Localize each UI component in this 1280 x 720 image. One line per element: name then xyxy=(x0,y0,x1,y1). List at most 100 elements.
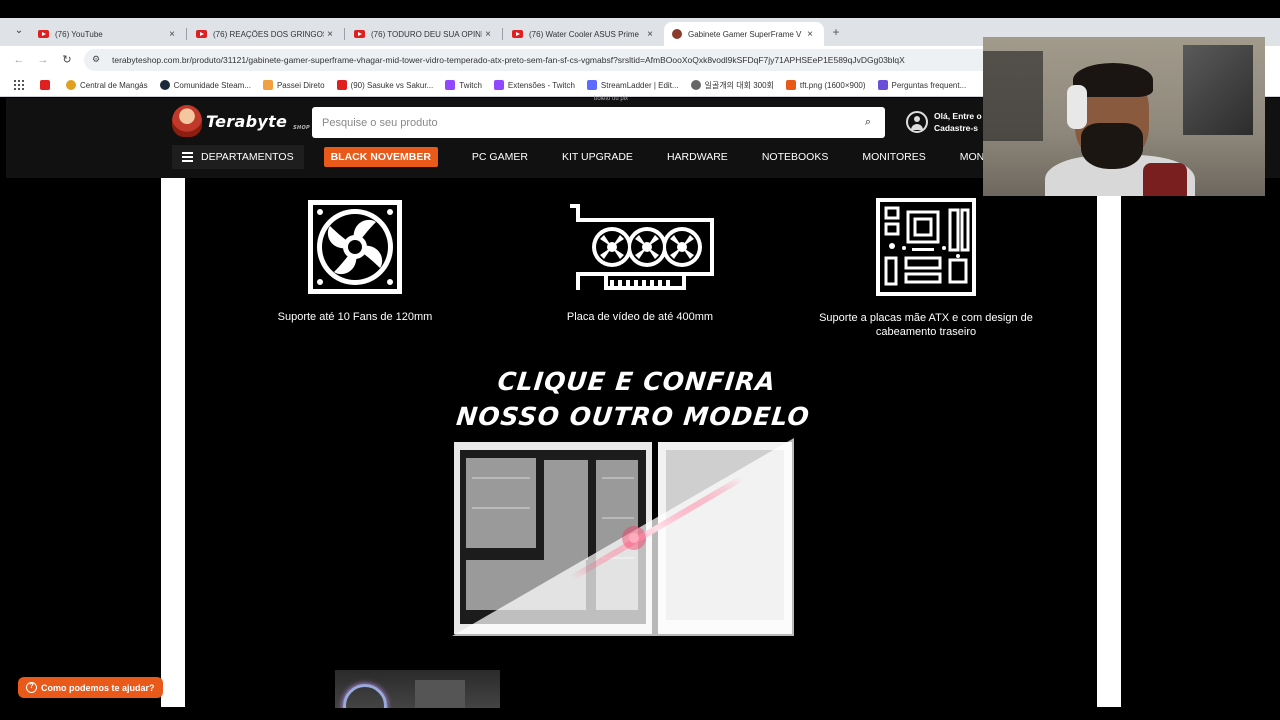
account-text: Olá, Entre o Cadastre-s xyxy=(934,110,982,134)
close-icon[interactable]: × xyxy=(482,29,494,40)
webcam-shelf xyxy=(983,51,1043,141)
url-text: terabyteshop.com.br/produto/31121/gabine… xyxy=(112,55,905,65)
bookmark-label: StreamLadder | Edit... xyxy=(600,80,679,90)
tab-gabinete[interactable]: Gabinete Gamer SuperFrame V × xyxy=(664,22,824,46)
bookmark-youtube[interactable] xyxy=(40,80,54,90)
bookmark-label: Extensões - Twitch xyxy=(507,80,575,90)
bookmark-label: Twitch xyxy=(459,80,482,90)
account-greeting: Olá, Entre o xyxy=(934,111,982,121)
tab-title: (76) Water Cooler ASUS Prime xyxy=(529,29,639,39)
nav-notebooks[interactable]: NOTEBOOKS xyxy=(762,151,829,163)
reload-icon[interactable]: ↻ xyxy=(60,53,74,67)
bookmark-twitch-extensions[interactable]: Extensões - Twitch xyxy=(493,80,575,90)
main-nav: DEPARTAMENTOS BLACK NOVEMBER PC GAMER KI… xyxy=(172,145,1022,169)
departments-label: DEPARTAMENTOS xyxy=(201,151,294,163)
bookmark-label: tft.png (1600×900) xyxy=(799,80,866,90)
bookmark-passei-direto[interactable]: Passei Direto xyxy=(262,80,325,90)
logo-wordmark: Terabyte SHOP xyxy=(206,112,310,131)
bookmark-favicon-icon xyxy=(66,80,76,90)
tab-water-cooler[interactable]: (76) Water Cooler ASUS Prime × xyxy=(504,22,664,46)
bookmark-perguntas[interactable]: Perguntas frequent... xyxy=(877,80,967,90)
youtube-icon xyxy=(196,30,207,38)
promo-headline[interactable]: CLIQUE E CONFIRA NOSSO OUTRO MODELO xyxy=(436,364,833,434)
logo-text: Terabyte xyxy=(206,111,288,131)
bookmark-central-mangas[interactable]: Central de Mangás xyxy=(66,80,148,90)
tab-title: (76) YouTube xyxy=(55,29,103,39)
webcam-overlay xyxy=(983,37,1265,196)
terabyte-favicon-icon xyxy=(672,29,682,39)
bookmark-sasuke[interactable]: (90) Sasuke vs Sakur... xyxy=(336,80,434,90)
twitch-icon xyxy=(493,80,504,90)
bookmark-streamladder[interactable]: StreamLadder | Edit... xyxy=(586,80,679,90)
close-icon[interactable]: × xyxy=(644,29,656,40)
nav-pc-gamer[interactable]: PC GAMER xyxy=(472,151,528,163)
nav-hardware[interactable]: HARDWARE xyxy=(667,151,728,163)
case-image xyxy=(415,680,465,708)
bookmark-favicon-icon xyxy=(262,80,273,90)
user-icon xyxy=(906,111,928,133)
close-icon[interactable]: × xyxy=(166,29,178,40)
search-bar: ⌕ xyxy=(312,107,885,138)
twitch-icon xyxy=(445,80,456,90)
help-chat-button[interactable]: ? Como podemos te ajudar? xyxy=(18,677,163,698)
tab-title: Gabinete Gamer SuperFrame V xyxy=(688,29,802,39)
nav-black-november[interactable]: BLACK NOVEMBER xyxy=(323,147,438,167)
hamburger-icon xyxy=(182,150,193,164)
motherboard-icon xyxy=(876,198,976,296)
youtube-icon xyxy=(38,30,49,38)
tab-toduro[interactable]: (76) TODURO DEU SUA OPINIÃ × xyxy=(346,22,503,46)
account-menu[interactable]: Olá, Entre o Cadastre-s xyxy=(906,110,982,134)
bookmark-favicon-icon xyxy=(877,80,888,90)
mascot-logo-icon xyxy=(172,105,202,137)
headline-line: NOSSO OUTRO MODELO xyxy=(454,402,812,431)
caption-line: cabeamento traseiro xyxy=(875,326,977,338)
feature-caption-fans: Suporte até 10 Fans de 120mm xyxy=(277,311,433,323)
rgb-fan-image xyxy=(343,684,387,708)
site-info-icon[interactable]: ⚙ xyxy=(92,54,104,66)
bookmark-label: Central de Mangás xyxy=(80,80,148,90)
close-icon[interactable]: × xyxy=(804,29,816,40)
search-input[interactable] xyxy=(322,116,861,129)
webcam-person-beard xyxy=(1081,123,1143,169)
nav-monitores[interactable]: MONITORES xyxy=(862,151,925,163)
bookmark-twitch[interactable]: Twitch xyxy=(445,80,482,90)
steam-icon xyxy=(159,80,170,90)
caption-line: Suporte a placas mãe ATX e com design de xyxy=(819,312,1033,324)
case-promo-image[interactable] xyxy=(452,438,794,636)
feature-caption-gpu: Placa de vídeo de até 400mm xyxy=(566,311,714,323)
microphone-icon xyxy=(1143,163,1187,196)
content-border-left xyxy=(161,178,185,707)
terabyte-logo[interactable]: Terabyte SHOP xyxy=(172,104,310,138)
bookmark-korean[interactable]: 일골개의 대회 300회 xyxy=(690,80,774,91)
bookmark-label: Passei Direto xyxy=(276,80,325,90)
question-icon: ? xyxy=(26,682,37,693)
bookmark-tft-png[interactable]: tft.png (1600×900) xyxy=(785,80,866,90)
image-icon xyxy=(785,80,796,90)
streamladder-icon xyxy=(586,80,597,90)
apps-grid-icon[interactable] xyxy=(14,80,24,90)
headset-icon xyxy=(1067,85,1087,129)
forward-icon[interactable]: → xyxy=(36,53,50,67)
tab-search-icon[interactable]: ⌄ xyxy=(10,25,28,41)
search-icon[interactable]: ⌕ xyxy=(861,116,875,129)
bookmark-label: Perguntas frequent... xyxy=(891,80,967,90)
tab-title: (76) TODURO DEU SUA OPINIÃ xyxy=(371,29,482,39)
new-tab-icon[interactable]: + xyxy=(828,24,844,40)
bookmark-label: Comunidade Steam... xyxy=(173,80,251,90)
fan-icon xyxy=(308,200,402,294)
headline-line: CLIQUE E CONFIRA xyxy=(496,367,778,396)
logo-subtext: SHOP xyxy=(293,124,310,131)
departments-button[interactable]: DEPARTAMENTOS xyxy=(172,145,304,169)
close-icon[interactable]: × xyxy=(324,29,336,40)
back-icon[interactable]: ← xyxy=(12,53,26,67)
screen: ⌄ (76) YouTube × (76) REAÇÕES DOS GRINGO… xyxy=(0,0,1280,720)
help-button-label: Como podemos te ajudar? xyxy=(41,682,155,693)
nav-kit-upgrade[interactable]: KIT UPGRADE xyxy=(562,151,633,163)
youtube-icon xyxy=(336,80,347,90)
product-thumbnail[interactable] xyxy=(335,670,500,708)
bookmark-label: (90) Sasuke vs Sakur... xyxy=(350,80,434,90)
bookmark-steam[interactable]: Comunidade Steam... xyxy=(159,80,251,90)
feature-caption-motherboard: Suporte a placas mãe ATX e com design de… xyxy=(800,311,1052,339)
tab-youtube[interactable]: (76) YouTube × xyxy=(30,22,187,46)
tab-reacoes[interactable]: (76) REAÇÕES DOS GRINGOS c × xyxy=(188,22,345,46)
